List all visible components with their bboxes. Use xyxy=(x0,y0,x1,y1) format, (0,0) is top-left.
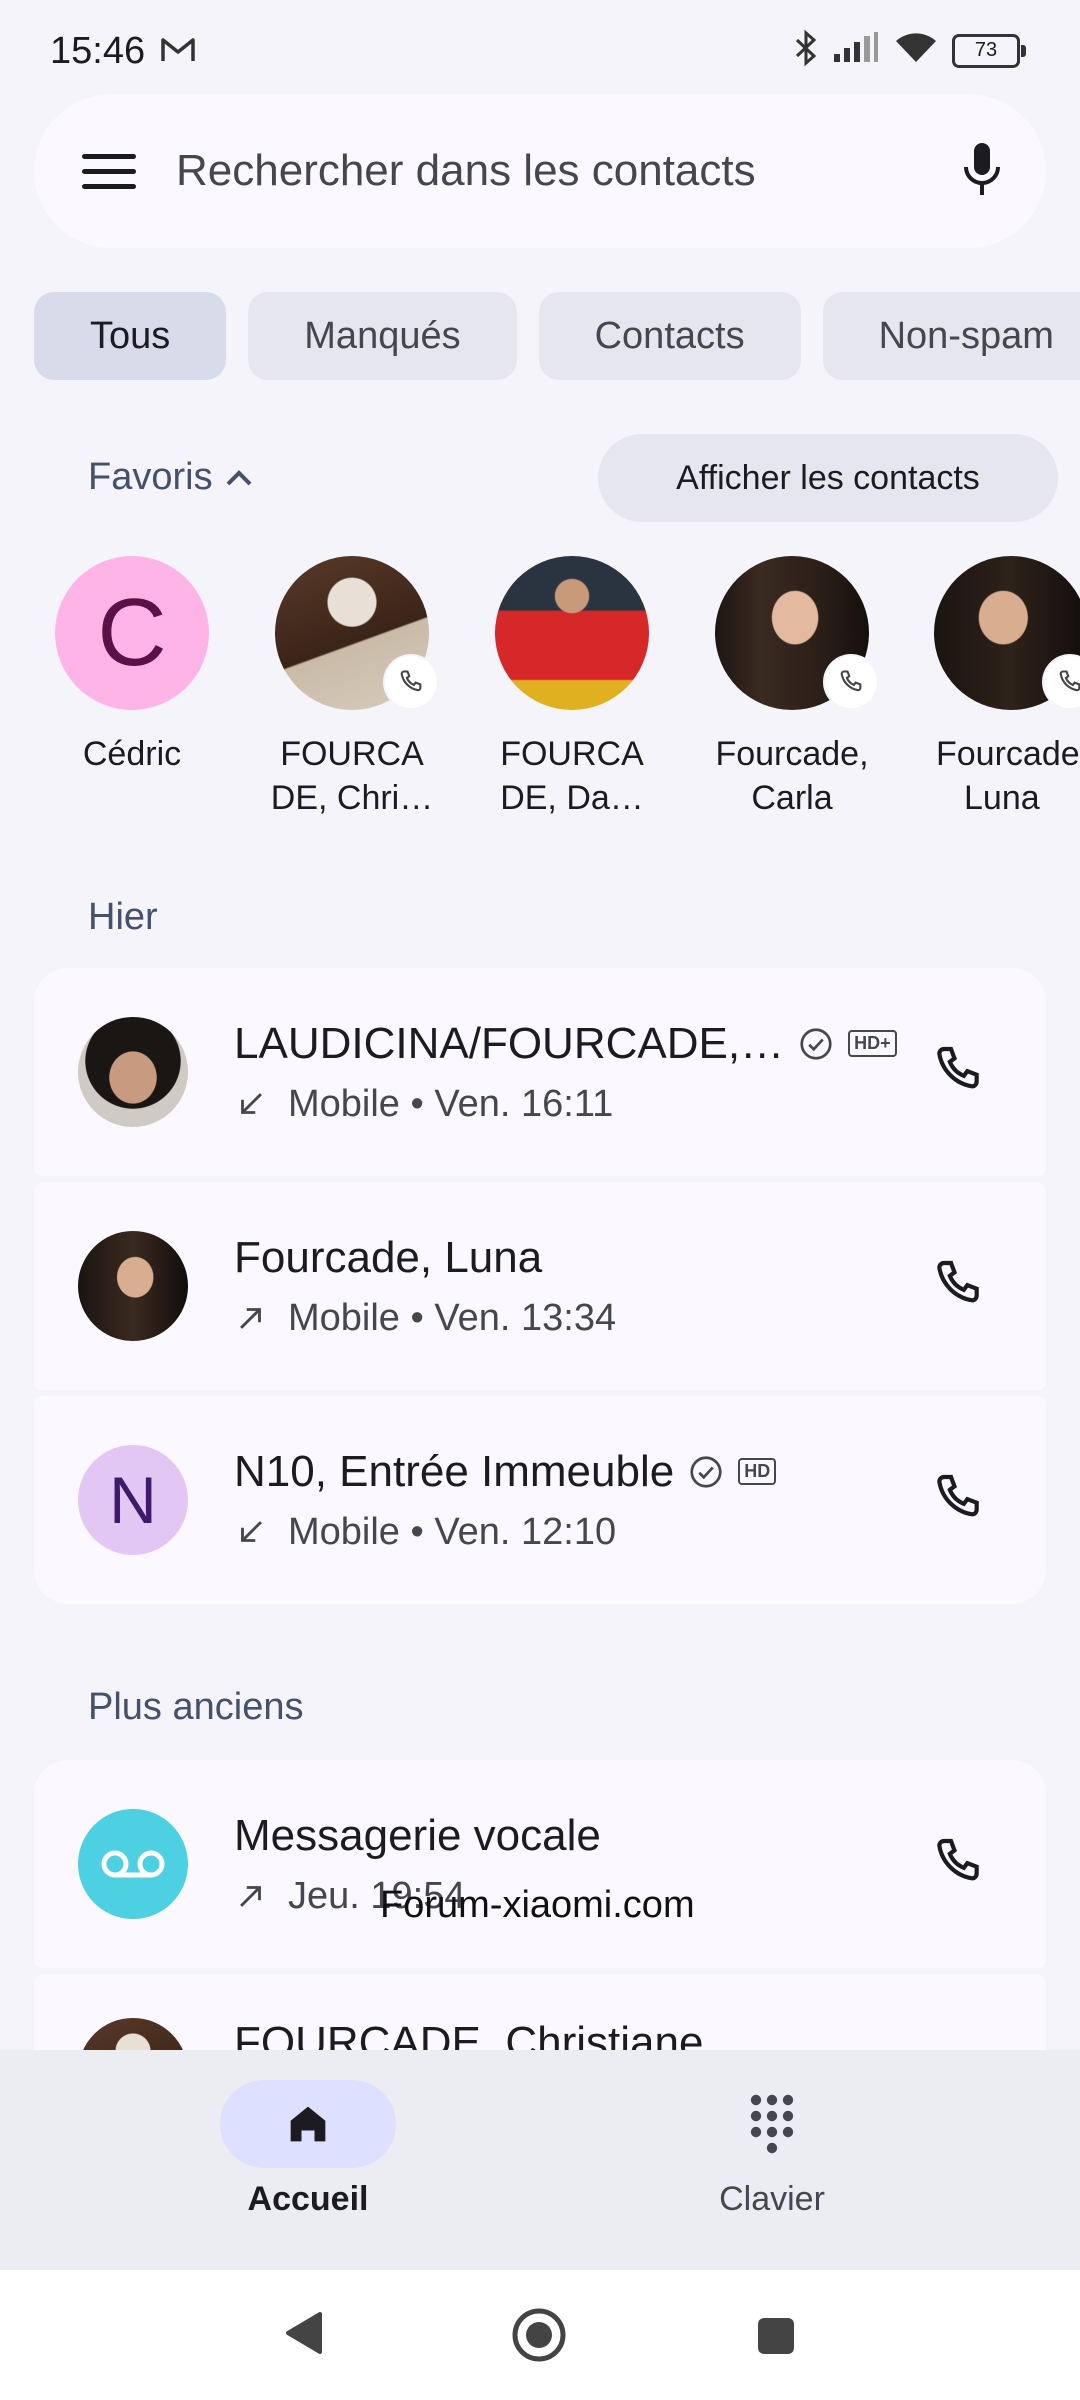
phone-icon[interactable] xyxy=(930,1256,986,1317)
call-log-item[interactable]: LAUDICINA/FOURCADE,… HD+ Mobile • Ven. 1… xyxy=(34,968,1046,1176)
search-bar[interactable]: Rechercher dans les contacts xyxy=(34,94,1046,248)
favorite-contact[interactable]: FOURCA DE, Da… xyxy=(462,556,682,820)
chip-all[interactable]: Tous xyxy=(34,292,227,380)
show-contacts-button[interactable]: Afficher les contacts xyxy=(598,434,1058,522)
call-log-item[interactable]: N N10, Entrée Immeuble HD Mobile • Ven. … xyxy=(34,1396,1046,1604)
bluetooth-icon xyxy=(794,29,818,71)
watermark-text: Forum-xiaomi.com xyxy=(380,1884,695,1926)
favorite-name: Fourcade, Carla xyxy=(715,735,869,817)
chip-contacts[interactable]: Contacts xyxy=(538,292,801,380)
gmail-icon xyxy=(160,36,196,69)
call-log-item[interactable]: Fourcade, Luna Mobile • Ven. 13:34 xyxy=(34,1182,1046,1390)
outgoing-call-icon xyxy=(240,1308,261,1329)
nav-home-label: Accueil xyxy=(247,2180,369,2218)
favorites-title: Favoris xyxy=(88,456,213,498)
search-input[interactable]: Rechercher dans les contacts xyxy=(176,146,962,196)
chip-missed[interactable]: Manqués xyxy=(248,292,517,380)
nav-keypad[interactable]: Clavier xyxy=(622,2080,922,2219)
nav-home-pill xyxy=(220,2080,396,2168)
wifi-icon xyxy=(894,32,938,69)
avatar-initial: N xyxy=(109,1463,157,1537)
filter-chips: Tous Manqués Contacts Non-spam xyxy=(34,292,1080,380)
phone-icon xyxy=(825,656,877,708)
home-button-icon[interactable] xyxy=(510,2306,568,2369)
status-time: 15:46 xyxy=(50,30,146,72)
favorite-contact[interactable]: Fourcade Luna xyxy=(902,556,1080,820)
favorite-name: FOURCA DE, Chri… xyxy=(270,735,434,817)
voicemail-icon xyxy=(78,1809,188,1919)
section-older: Plus anciens xyxy=(88,1686,304,1728)
nav-keypad-pill xyxy=(684,2080,860,2168)
favorite-contact[interactable]: FOURCA DE, Chri… xyxy=(242,556,462,820)
chevron-up-icon xyxy=(226,469,251,485)
avatar xyxy=(78,1231,188,1341)
incoming-call-icon xyxy=(241,1521,262,1542)
favorites-toggle[interactable]: Favoris xyxy=(88,456,253,499)
microphone-icon[interactable] xyxy=(962,141,1002,202)
verified-icon xyxy=(800,1027,832,1060)
avatar: N xyxy=(78,1445,188,1555)
hd-plus-badge: HD+ xyxy=(848,1030,897,1057)
call-meta: Mobile • Ven. 12:10 xyxy=(288,1510,617,1553)
phone-icon xyxy=(385,656,437,708)
favorite-name: Fourcade Luna xyxy=(936,735,1080,817)
favorite-contact[interactable]: Fourcade, Carla xyxy=(682,556,902,820)
avatar-initial: C xyxy=(97,579,167,686)
incoming-call-icon xyxy=(241,1093,262,1114)
nav-home[interactable]: Accueil xyxy=(158,2080,458,2219)
call-meta: Mobile • Ven. 16:11 xyxy=(288,1082,614,1125)
favorite-name: Cédric xyxy=(82,735,182,773)
favorite-contact[interactable]: C Cédric xyxy=(22,556,242,776)
contact-name: N10, Entrée Immeuble xyxy=(234,1446,675,1496)
contact-name: Messagerie vocale xyxy=(234,1810,601,1860)
home-icon xyxy=(290,2106,326,2142)
menu-icon[interactable] xyxy=(82,153,136,189)
outgoing-call-icon xyxy=(240,1886,261,1907)
call-log-item[interactable]: Messagerie vocale Jeu. 19:54 xyxy=(34,1760,1046,1968)
hd-badge: HD xyxy=(738,1458,777,1485)
battery-indicator: 73 xyxy=(952,33,1026,68)
contact-name: LAUDICINA/FOURCADE,… xyxy=(234,1018,785,1068)
phone-icon[interactable] xyxy=(930,1470,986,1531)
avatar: C xyxy=(55,556,209,710)
nav-keypad-label: Clavier xyxy=(719,2180,825,2218)
status-icons: 73 xyxy=(794,29,1026,71)
phone-icon[interactable] xyxy=(930,1834,986,1895)
favorite-name: FOURCA DE, Da… xyxy=(500,735,644,817)
section-yesterday: Hier xyxy=(88,896,158,938)
contact-name: Fourcade, Luna xyxy=(234,1232,543,1282)
verified-icon xyxy=(690,1455,722,1488)
signal-icon xyxy=(832,32,880,69)
avatar xyxy=(495,556,649,710)
recents-icon[interactable] xyxy=(756,2316,796,2361)
dialpad-icon xyxy=(750,2094,794,2154)
call-meta: Mobile • Ven. 13:34 xyxy=(288,1296,617,1339)
phone-icon[interactable] xyxy=(930,1042,986,1103)
chip-non-spam[interactable]: Non-spam xyxy=(822,292,1080,380)
avatar xyxy=(78,1017,188,1127)
back-icon[interactable] xyxy=(282,2310,324,2361)
